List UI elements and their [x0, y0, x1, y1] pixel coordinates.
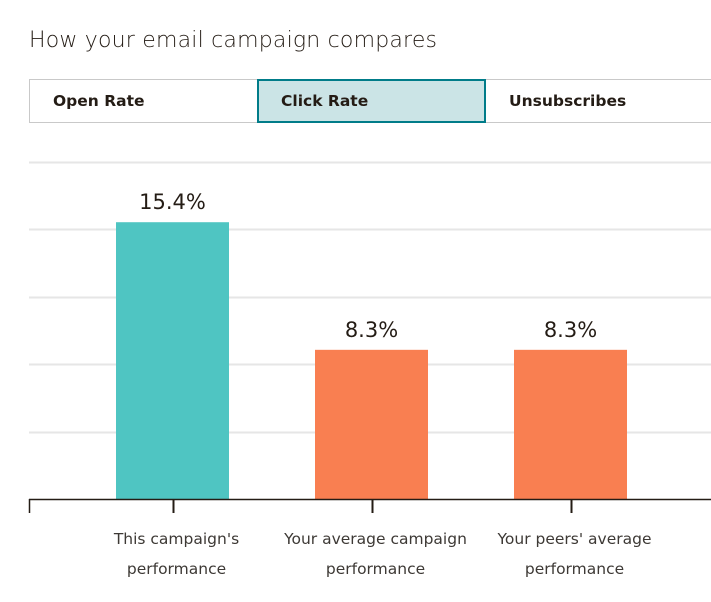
x-tick-label: Your peers' average [496, 530, 651, 548]
bar[interactable] [514, 349, 627, 499]
x-tick-label: This campaign's [113, 530, 239, 548]
bar[interactable] [116, 222, 229, 499]
data-label: 15.4% [139, 190, 206, 214]
bar-chart: 15.4% This campaign's performance 8.3% Your … [28, 161, 711, 578]
x-tick-label: performance [525, 560, 624, 578]
x-tick-label: performance [127, 560, 226, 578]
x-tick-label: performance [326, 560, 425, 578]
bar[interactable] [315, 349, 428, 499]
data-label: 8.3% [345, 318, 398, 342]
x-tick-label: Your average campaign [283, 530, 467, 548]
data-label: 8.3% [544, 318, 597, 342]
